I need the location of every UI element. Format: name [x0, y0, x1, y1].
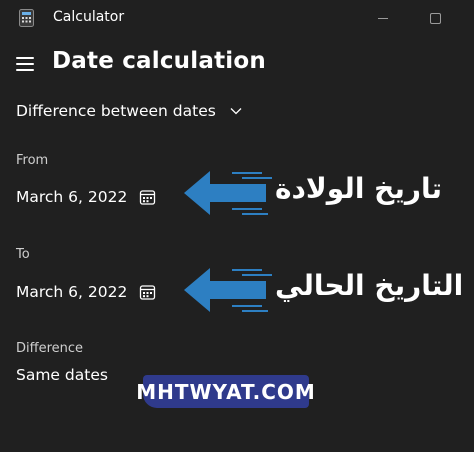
left-arrow-icon — [184, 171, 272, 215]
from-date-value: March 6, 2022 — [16, 188, 128, 206]
calendar-icon[interactable] — [139, 189, 156, 206]
calculation-mode-dropdown[interactable]: Difference between dates — [16, 102, 242, 120]
watermark-logo: MHTWYAT.COM — [136, 375, 315, 408]
window-title: Calculator — [53, 9, 125, 25]
maximize-icon[interactable] — [424, 8, 446, 28]
page-title: Date calculation — [52, 48, 266, 74]
hamburger-menu-icon[interactable] — [14, 54, 36, 74]
birth-date-annotation: تاريخ الولادة — [275, 172, 443, 205]
chevron-down-icon — [230, 108, 242, 115]
difference-label: Difference — [16, 341, 84, 356]
left-arrow-icon — [184, 268, 272, 312]
from-date-picker[interactable]: March 6, 2022 — [16, 188, 156, 206]
to-label: To — [16, 247, 30, 262]
difference-value: Same dates — [16, 366, 108, 384]
to-date-value: March 6, 2022 — [16, 283, 128, 301]
minimize-icon[interactable] — [372, 8, 394, 28]
from-label: From — [16, 153, 49, 168]
mode-selected-label: Difference between dates — [16, 102, 216, 120]
calculator-app-icon — [19, 9, 34, 27]
current-date-annotation: التاريخ الحالي — [275, 269, 464, 302]
to-date-picker[interactable]: March 6, 2022 — [16, 283, 156, 301]
calendar-icon[interactable] — [139, 284, 156, 301]
